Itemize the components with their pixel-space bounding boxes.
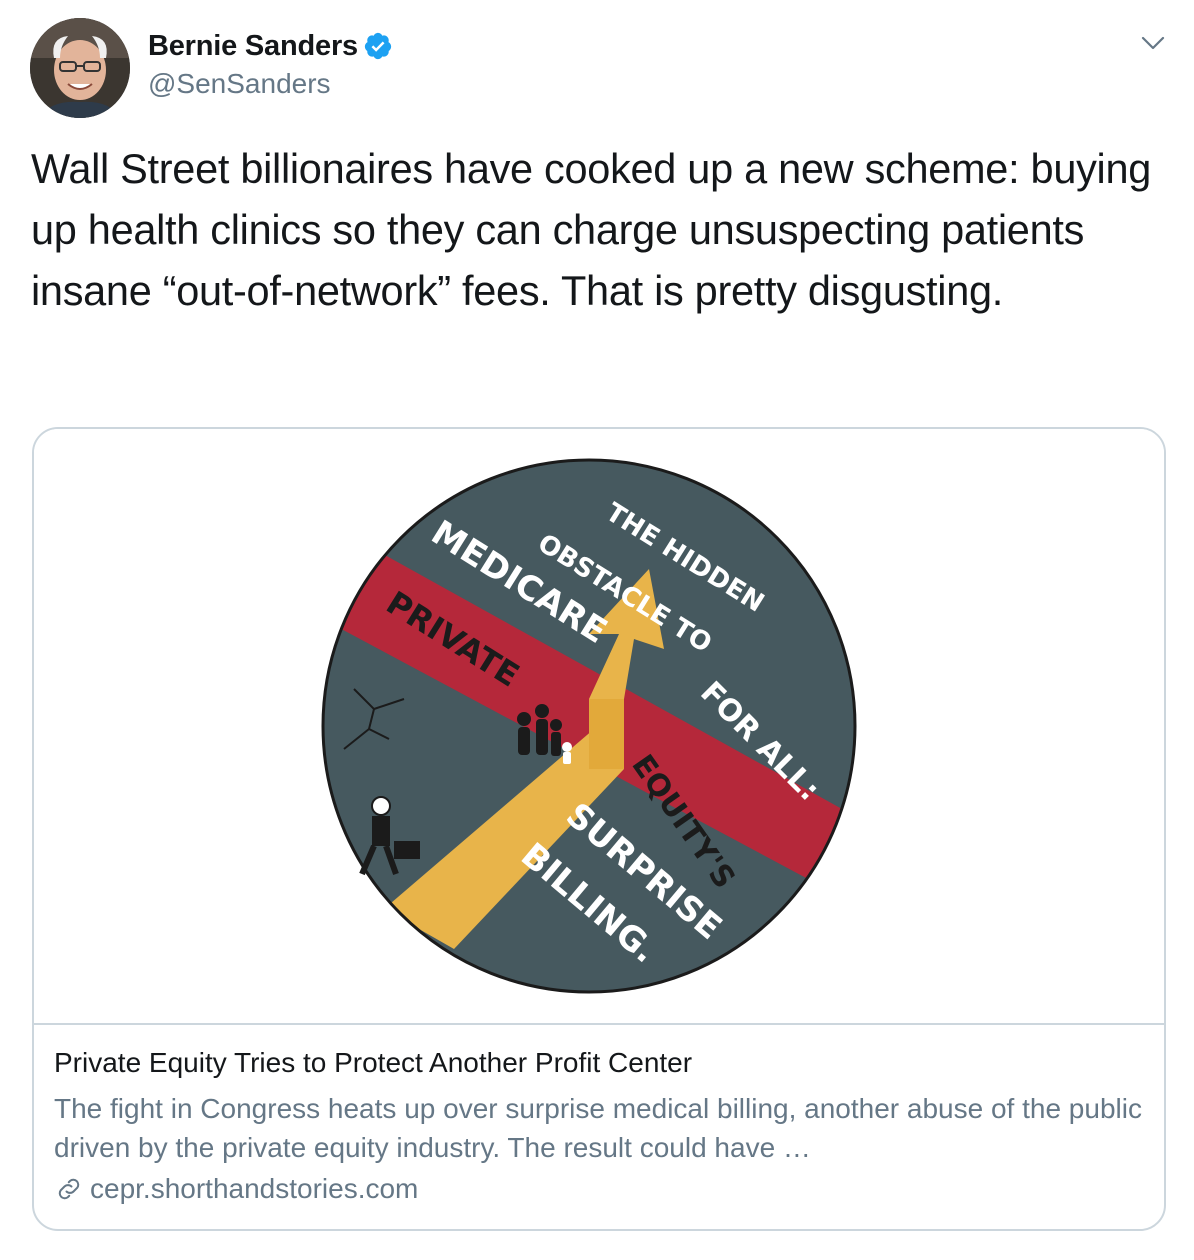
author-handle[interactable]: @SenSanders [148, 68, 331, 100]
tweet-text: Wall Street billionaires have cooked up … [31, 145, 1152, 314]
link-icon [54, 1174, 84, 1204]
card-domain[interactable]: cepr.shorthandstories.com [90, 1173, 418, 1205]
link-card[interactable]: THE HIDDEN OBSTACLE TO MEDICARE FOR ALL:… [32, 427, 1166, 1231]
card-image[interactable]: THE HIDDEN OBSTACLE TO MEDICARE FOR ALL:… [34, 429, 1164, 1023]
card-description[interactable]: The fight in Congress heats up over surp… [54, 1089, 1144, 1167]
verified-badge-icon [363, 31, 393, 61]
author-name-row[interactable]: Bernie Sanders [148, 28, 393, 64]
card-divider [34, 1023, 1164, 1025]
card-title[interactable]: Private Equity Tries to Protect Another … [54, 1047, 692, 1079]
tweet: Bernie Sanders @SenSanders Wall Street b… [0, 0, 1194, 1260]
chevron-down-icon[interactable] [1138, 28, 1168, 58]
avatar[interactable] [30, 18, 130, 118]
author-display-name[interactable]: Bernie Sanders [148, 30, 358, 63]
card-domain-row[interactable]: cepr.shorthandstories.com [54, 1173, 418, 1205]
